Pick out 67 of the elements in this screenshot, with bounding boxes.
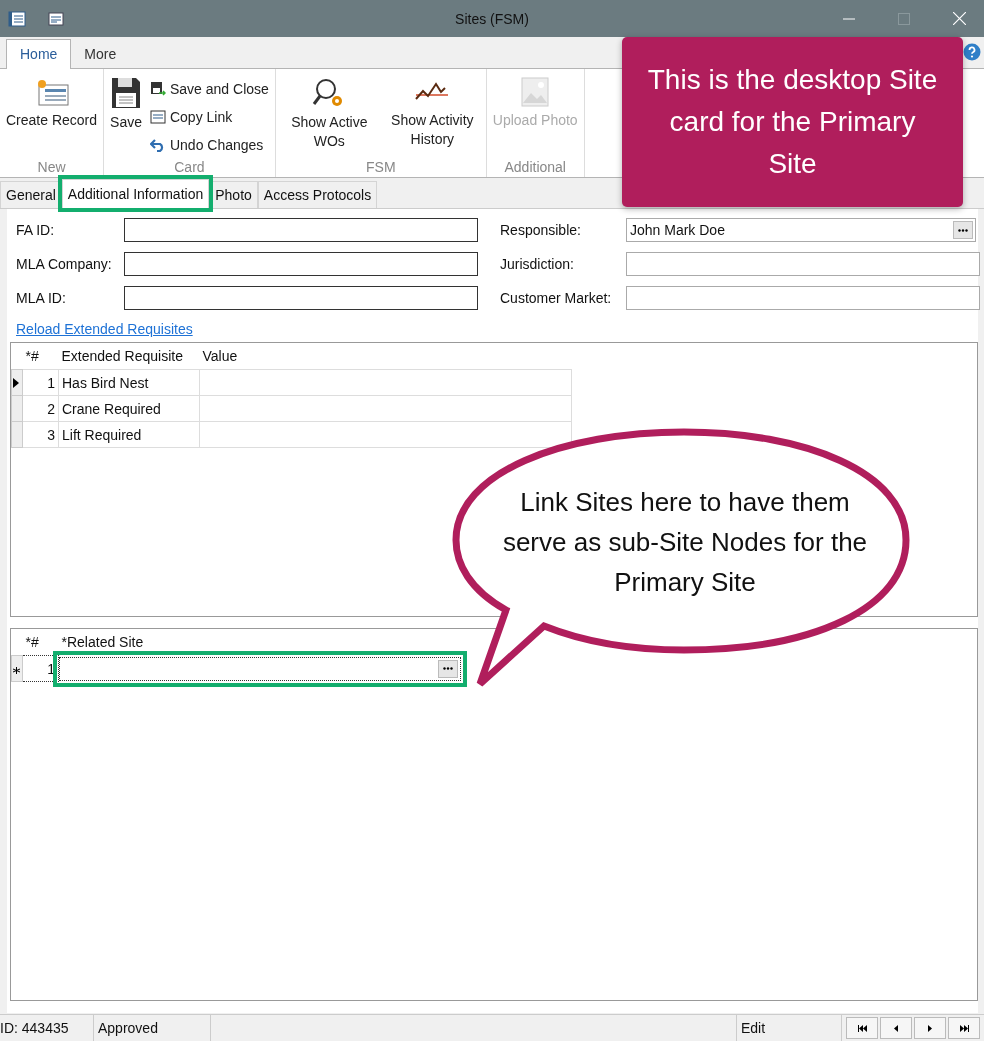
- group-label: Additional: [504, 159, 566, 177]
- first-icon: [857, 1024, 867, 1032]
- field-label: Jurisdiction:: [500, 256, 575, 272]
- save-close-icon: [149, 81, 166, 97]
- form-icon[interactable]: [8, 10, 26, 27]
- table-cell: 2: [22, 395, 59, 422]
- table-cell: 3: [22, 421, 59, 448]
- text-field[interactable]: [124, 218, 478, 242]
- ribbon-tab[interactable]: More: [71, 40, 130, 68]
- ribbon-tab[interactable]: Home: [6, 39, 72, 69]
- text-field[interactable]: [124, 252, 478, 276]
- last-icon: [959, 1024, 969, 1032]
- undo-icon: [149, 138, 166, 152]
- abc-link-icon: [149, 110, 166, 124]
- last-record-button[interactable]: [948, 1017, 980, 1039]
- ribbon-button[interactable]: Show Activity History: [380, 69, 484, 149]
- column-header: *#: [22, 629, 59, 656]
- group-label: New: [37, 159, 66, 177]
- column-header: Extended Requisite: [58, 343, 200, 370]
- reload-link[interactable]: Reload Extended Requisites: [16, 321, 193, 337]
- abc-icon[interactable]: [48, 11, 64, 26]
- next-icon: [928, 1024, 932, 1032]
- ribbon-button[interactable]: Save and Close: [145, 75, 273, 103]
- new-row-icon: [13, 666, 20, 674]
- callout-box: This is the desktop Site card for the Primary Site: [622, 37, 963, 207]
- row-indicator[interactable]: [11, 369, 23, 396]
- callout-text: Link Sites here to have them serve as sub-Site Nodes for the Primary Site: [501, 486, 869, 599]
- group-label: Card: [174, 159, 205, 177]
- field-label: Responsible:: [500, 222, 582, 238]
- column-header: Value: [199, 343, 572, 370]
- record-status: Approved: [94, 1015, 211, 1041]
- table-cell: Has Bird Nest: [58, 369, 200, 396]
- ribbon-button[interactable]: Undo Changes: [145, 131, 273, 159]
- text-field[interactable]: [626, 286, 980, 310]
- next-record-button[interactable]: [914, 1017, 946, 1039]
- close-icon[interactable]: [953, 12, 966, 25]
- table-cell: Lift Required: [58, 421, 200, 448]
- previous-icon: [894, 1024, 898, 1032]
- text-field[interactable]: [124, 286, 478, 310]
- text-field[interactable]: [626, 252, 980, 276]
- photo-icon: [521, 77, 550, 107]
- ellipsis-icon: [958, 228, 968, 232]
- edit-mode: Edit: [737, 1015, 842, 1041]
- column-header: *#: [22, 343, 59, 370]
- ellipsis-icon: [443, 667, 453, 670]
- form-tab[interactable]: Access Protocols: [257, 181, 378, 208]
- ellipsis-button[interactable]: [953, 221, 973, 239]
- field-label: FA ID:: [15, 222, 56, 238]
- group-label: FSM: [366, 159, 396, 177]
- ribbon-button[interactable]: Show Active WOs: [277, 69, 381, 151]
- field-label: Customer Market:: [500, 290, 613, 306]
- current-row-icon: [13, 377, 19, 388]
- previous-record-button[interactable]: [880, 1017, 912, 1039]
- ribbon-button[interactable]: Save: [106, 69, 146, 132]
- ribbon-button[interactable]: Copy Link: [145, 103, 273, 131]
- help-icon[interactable]: [963, 43, 981, 61]
- table-cell: 1: [22, 369, 59, 396]
- window-title: Sites (FSM): [455, 10, 529, 27]
- field-label: MLA ID:: [15, 290, 67, 306]
- field-label: MLA Company:: [15, 256, 113, 272]
- ribbon-button[interactable]: Create Record: [2, 69, 102, 130]
- table-cell: Crane Required: [58, 395, 200, 422]
- column-header: *Related Site: [58, 629, 461, 656]
- first-record-button[interactable]: [846, 1017, 878, 1039]
- ellipsis-button[interactable]: [438, 659, 458, 678]
- record-id: ID: 443435: [0, 1015, 94, 1041]
- lookup-field[interactable]: John Mark Doe: [626, 218, 976, 242]
